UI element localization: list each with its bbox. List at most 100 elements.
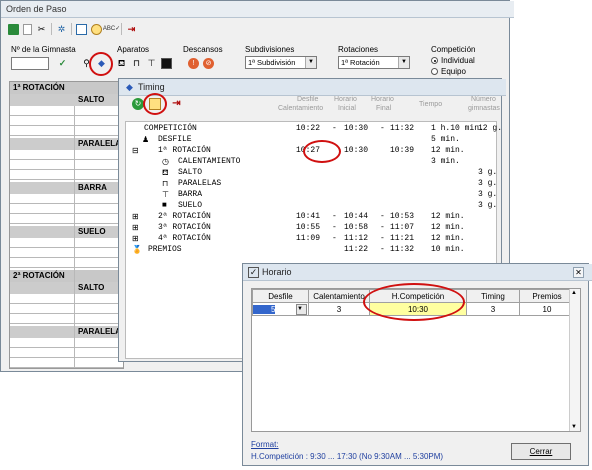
orden-title: Orden de Paso: [6, 4, 67, 14]
tree-row-name: 1ª ROTACIÓN: [158, 146, 211, 155]
tree-row[interactable]: ⊟ 1ª ROTACIÓN 10:27 10:30 10:39 12 min.: [126, 146, 496, 157]
competicion-label: Competición: [431, 45, 476, 54]
tree-row-desfile: 10:27: [296, 146, 321, 155]
floor-icon: ■: [162, 201, 167, 210]
horario-header-row: Desfile Calentamiento H.Competición Timi…: [252, 289, 575, 303]
table-icon[interactable]: [76, 23, 87, 35]
tree-row-name: COMPETICIÓN: [144, 124, 197, 133]
paralelas-header-2: PARALELA: [10, 326, 123, 338]
orden-titlebar: Orden de Paso: [1, 1, 514, 18]
desfile-cell[interactable]: 5 ▼: [252, 302, 309, 316]
grid-col-divider: [74, 106, 75, 368]
col-h-competicion: H.Competición: [369, 289, 467, 303]
chevron-down-icon[interactable]: ▼: [296, 304, 307, 315]
cerrar-button[interactable]: Cerrar: [511, 443, 571, 460]
tree-row-name: BARRA: [178, 190, 203, 199]
tree-row-desfile: 10:22: [296, 124, 321, 133]
aparatos-label: Aparatos: [117, 45, 150, 54]
tree-row-inicial: 10:58: [344, 223, 369, 232]
vault-icon[interactable]: ⛾: [116, 58, 127, 69]
premios-cell[interactable]: 10: [519, 302, 575, 316]
tree-row[interactable]: ⊞ 4ª ROTACIÓN 11:09-11:12-11:21 12 min.: [126, 234, 496, 245]
tree-row[interactable]: ♟ DESFILE 5 min.: [126, 135, 496, 146]
expand-minus-icon[interactable]: ⊟: [132, 146, 139, 156]
expand-plus-icon[interactable]: ⊞: [132, 234, 139, 244]
floor-icon[interactable]: [161, 58, 172, 69]
warmup-clock-icon: ◷: [162, 158, 169, 167]
tree-row[interactable]: ⊞ 2ª ROTACIÓN 10:41-10:44-10:53 12 min.: [126, 212, 496, 223]
col-timing: Timing: [466, 289, 520, 303]
paralelas-header: PARALELA: [10, 138, 123, 150]
calentamiento-cell[interactable]: 3: [308, 302, 370, 316]
tree-row[interactable]: ⛾ SALTO 3 g.: [126, 168, 498, 179]
header-desfile: Desfile: [297, 96, 319, 103]
timing-cell[interactable]: 3: [466, 302, 520, 316]
descanso-icon-2[interactable]: ⊘: [203, 58, 214, 69]
tree-row-sep1: -: [332, 212, 337, 221]
header-horario-final-2: Final: [376, 105, 392, 112]
radio-individual-label: Individual: [441, 56, 475, 65]
scroll-up-icon[interactable]: ▲: [571, 290, 577, 296]
bars-icon: ⊓: [162, 180, 169, 189]
beam-icon[interactable]: ⊤: [146, 58, 157, 69]
tree-row[interactable]: COMPETICIÓN 10:22-10:30-11:32 1 h.10 min. 1…: [126, 124, 502, 135]
bars-icon[interactable]: ⊓: [131, 58, 142, 69]
salto-header-2: SALTO: [10, 282, 123, 294]
premios-medal-icon: 🏅: [132, 246, 142, 255]
format-label: Format:: [251, 440, 279, 449]
timing-clock-icon[interactable]: [91, 23, 102, 35]
tree-row-tiempo: 12 min.: [431, 212, 465, 221]
tree-row-final: 11:07: [390, 223, 415, 232]
tree-row-final: 10:53: [390, 212, 415, 221]
num-gimnasta-input[interactable]: [11, 57, 49, 70]
radio-individual[interactable]: Individual: [431, 56, 475, 65]
desfile-icon: ♟: [142, 136, 150, 145]
descanso-icon-1[interactable]: !: [188, 58, 199, 69]
horario-window-icon: ✓: [248, 266, 259, 278]
expand-plus-icon[interactable]: ⊞: [132, 212, 139, 222]
tree-row-name: 2ª ROTACIÓN: [158, 212, 211, 221]
tree-row[interactable]: ⊤ BARRA 3 g.: [126, 190, 497, 201]
search-icon[interactable]: ⚲: [81, 58, 92, 69]
tree-row[interactable]: ◷ CALENTAMIENTO 3 min.: [126, 157, 496, 168]
tree-row[interactable]: ⊞ 3ª ROTACIÓN 10:55-10:58-11:07 12 min.: [126, 223, 496, 234]
diamond-icon[interactable]: ◆: [96, 58, 107, 69]
radio-dot-equipo: [431, 68, 438, 75]
tree-row-name: SUELO: [178, 201, 203, 210]
scroll-down-icon[interactable]: ▼: [571, 424, 577, 430]
vault-icon: ⛾: [162, 169, 169, 178]
close-button[interactable]: ✕: [573, 267, 584, 278]
tree-row-gimnastas: 12 g.: [478, 124, 503, 133]
tree-row-inicial: 11:12: [344, 234, 369, 243]
tree-row-sep2: -: [380, 245, 385, 254]
tree-row-gimnastas: 3 g.: [478, 179, 498, 188]
grid-rows-2: [10, 150, 123, 182]
new-document-icon[interactable]: [23, 23, 32, 35]
tree-row[interactable]: ⊓ PARALELAS 3 g.: [126, 179, 498, 190]
save-icon[interactable]: [8, 23, 19, 35]
spellcheck-icon[interactable]: ABC✓: [103, 24, 120, 35]
tree-row-name: 4ª ROTACIÓN: [158, 234, 211, 243]
tree-row-sep2: -: [380, 124, 385, 133]
tree-row-sep1: -: [332, 124, 337, 133]
tree-row[interactable]: ■ SUELO 3 g.: [126, 201, 497, 212]
rotacion-select[interactable]: 1ª Rotación ▼: [338, 56, 410, 69]
tree-row-inicial: 10:44: [344, 212, 369, 221]
vertical-scrollbar[interactable]: ▲ ▼: [569, 289, 580, 431]
barra-header: BARRA: [10, 182, 123, 194]
timing-titlebar: ◆ Timing: [119, 79, 506, 96]
timing-title: Timing: [138, 82, 165, 92]
expand-plus-icon[interactable]: ⊞: [132, 223, 139, 233]
settings-gear-icon[interactable]: ✲: [56, 24, 67, 35]
tree-row-inicial: 11:22: [344, 245, 369, 254]
checkmark-icon[interactable]: ✓: [57, 58, 68, 69]
tree-row-sep2: -: [380, 223, 385, 232]
tree-row-gimnastas: 3 g.: [478, 168, 498, 177]
exit-icon[interactable]: ⇥: [126, 24, 137, 35]
h-competicion-cell[interactable]: 10:30: [369, 302, 467, 316]
tree-row[interactable]: 🏅 PREMIOS 11:22 -11:32 10 min.: [126, 245, 496, 256]
rotacion-value: 1ª Rotación: [341, 58, 380, 67]
cut-icon[interactable]: ✂: [36, 24, 47, 35]
subdivision-select[interactable]: 1ª Subdivisión ▼: [245, 56, 317, 69]
radio-equipo[interactable]: Equipo: [431, 67, 466, 76]
